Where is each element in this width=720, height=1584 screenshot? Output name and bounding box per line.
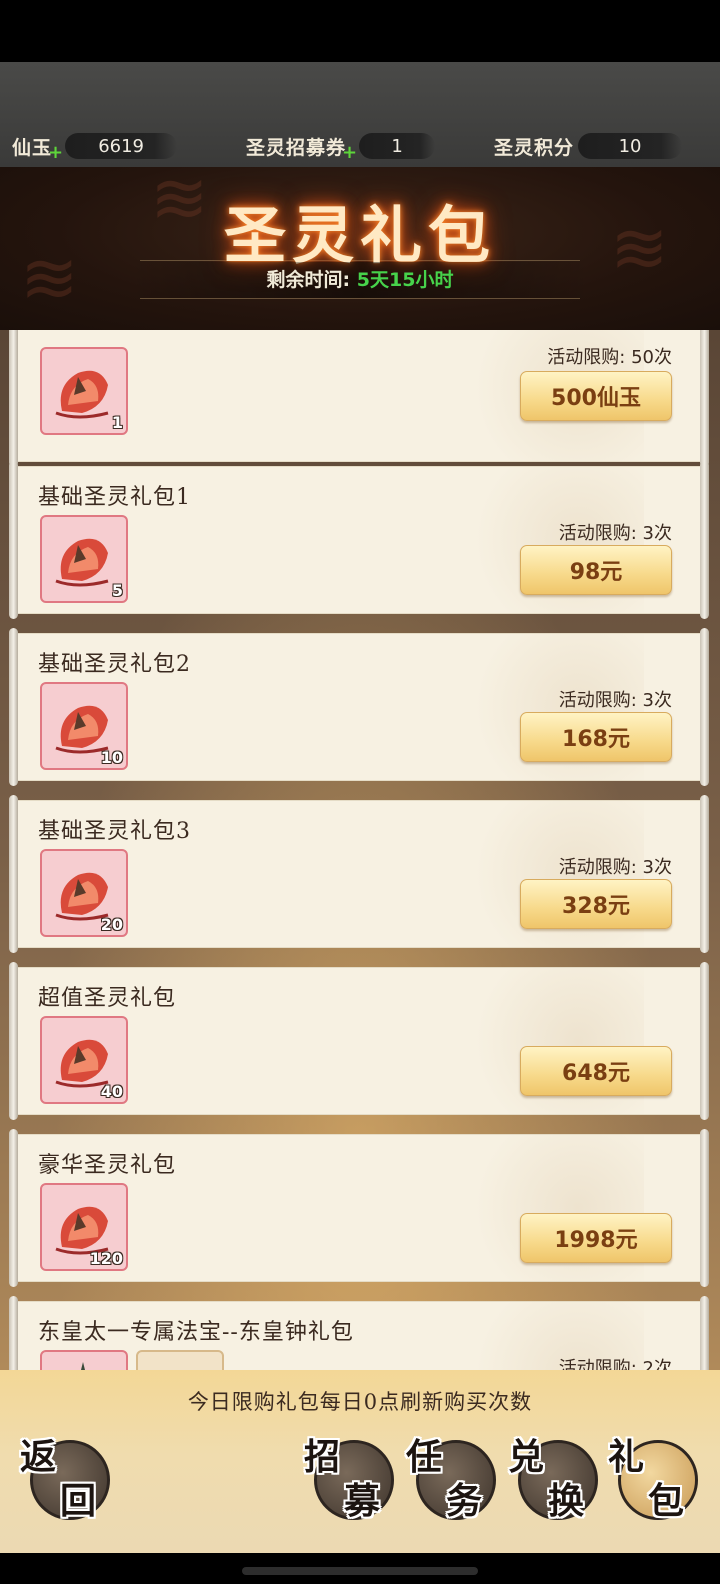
purchase-limit: 活动限购: 3次: [558, 857, 672, 878]
pack-title: 基础圣灵礼包2: [38, 652, 191, 677]
purchase-limit: 活动限购: 2次: [558, 1358, 672, 1370]
item-count: 120: [89, 1249, 123, 1268]
resource-value: 1: [359, 133, 436, 159]
red-silk-pouch-icon[interactable]: 1: [40, 347, 128, 435]
task-button[interactable]: 任 务: [406, 1432, 496, 1522]
red-silk-pouch-icon[interactable]: 20: [40, 849, 128, 937]
resource-value: 10: [578, 133, 683, 159]
resource-label: 圣灵积分: [494, 136, 575, 159]
countdown-label: 剩余时间:: [266, 269, 351, 291]
recruit-button[interactable]: 招 募: [304, 1432, 394, 1522]
jade-artifact-icon[interactable]: [136, 1350, 224, 1370]
pack-title: 东皇太一专属法宝--东皇钟礼包: [38, 1320, 354, 1345]
buy-button[interactable]: 648元: [520, 1046, 672, 1096]
pack-card: 基础圣灵礼包2 10 活动限购: 3次 168元: [9, 628, 709, 786]
resource-label: 圣灵招募券: [246, 136, 347, 159]
gift-banner: ≋ ≋ ≋ 圣灵礼包 剩余时间: 5天15小时: [0, 167, 720, 330]
item-count: 5: [111, 581, 123, 600]
pack-title: 超值圣灵礼包: [38, 986, 177, 1011]
button-char: 回: [60, 1480, 97, 1522]
resource-points: 圣灵积分 10: [494, 130, 683, 162]
countdown: 剩余时间: 5天15小时: [130, 262, 590, 298]
button-char: 任: [406, 1436, 443, 1478]
resource-jade: 仙玉 + 6619: [12, 130, 178, 163]
buy-button[interactable]: 98元: [520, 545, 672, 595]
purchase-limit: 活动限购: 3次: [558, 690, 672, 711]
red-silk-pouch-icon[interactable]: 120: [40, 1183, 128, 1271]
pack-card: 基础圣灵礼包1 5 活动限购: 3次 98元: [9, 461, 709, 619]
red-silk-pouch-icon[interactable]: 10: [40, 682, 128, 770]
resource-label: 仙玉: [12, 136, 53, 159]
pack-card: 豪华圣灵礼包 120 1998元: [9, 1129, 709, 1287]
item-count: 10: [100, 748, 123, 767]
button-char: 返: [20, 1436, 57, 1478]
buy-button[interactable]: 168元: [520, 712, 672, 762]
buy-button[interactable]: 500仙玉: [520, 371, 672, 421]
plus-icon[interactable]: +: [48, 142, 63, 163]
pack-title: 基础圣灵礼包3: [38, 819, 191, 844]
bell-artifact-icon[interactable]: [40, 1350, 128, 1370]
pack-card: 超值圣灵礼包 40 648元: [9, 962, 709, 1120]
red-silk-pouch-icon[interactable]: 40: [40, 1016, 128, 1104]
footer-panel: 今日限购礼包每日0点刷新购买次数 返 回 招 募 任 务 兑 换 礼 包: [0, 1370, 720, 1584]
gift-button[interactable]: 礼 包: [608, 1432, 698, 1522]
purchase-limit: 活动限购: 50次: [547, 347, 672, 368]
purchase-limit: 活动限购: 3次: [558, 523, 672, 544]
item-count: 1: [111, 413, 123, 432]
buy-button[interactable]: 1998元: [520, 1213, 672, 1263]
exchange-button[interactable]: 兑 换: [508, 1432, 598, 1522]
pack-card: 1 活动限购: 50次 500仙玉: [9, 330, 709, 467]
home-indicator[interactable]: [242, 1567, 478, 1575]
button-char: 包: [648, 1480, 685, 1522]
pack-card: 基础圣灵礼包3 20 活动限购: 3次 328元: [9, 795, 709, 953]
button-char: 兑: [508, 1436, 545, 1478]
plus-icon[interactable]: +: [342, 142, 357, 163]
pack-title: 豪华圣灵礼包: [38, 1153, 177, 1178]
item-count: 40: [100, 1082, 123, 1101]
buy-button[interactable]: 328元: [520, 879, 672, 929]
button-char: 募: [344, 1480, 381, 1522]
resource-recruit-ticket: 圣灵招募券 + 1: [246, 130, 436, 163]
countdown-value: 5天15小时: [356, 269, 454, 291]
pack-list[interactable]: 1 活动限购: 50次 500仙玉 基础圣灵礼包1 5 活动限购: 3次 98元…: [0, 330, 720, 1370]
button-char: 招: [304, 1436, 341, 1478]
button-char: 务: [446, 1480, 483, 1522]
pack-card: 东皇太一专属法宝--东皇钟礼包 活动限购: 2次: [9, 1296, 709, 1370]
pack-title: 基础圣灵礼包1: [38, 485, 191, 510]
button-char: 换: [548, 1480, 585, 1522]
item-count: 20: [100, 915, 123, 934]
red-silk-pouch-icon[interactable]: 5: [40, 515, 128, 603]
back-button[interactable]: 返 回: [20, 1432, 110, 1522]
refresh-notice: 今日限购礼包每日0点刷新购买次数: [187, 1390, 533, 1414]
button-char: 礼: [608, 1436, 645, 1478]
resource-value: 6619: [65, 133, 178, 159]
status-bar: [0, 0, 720, 62]
